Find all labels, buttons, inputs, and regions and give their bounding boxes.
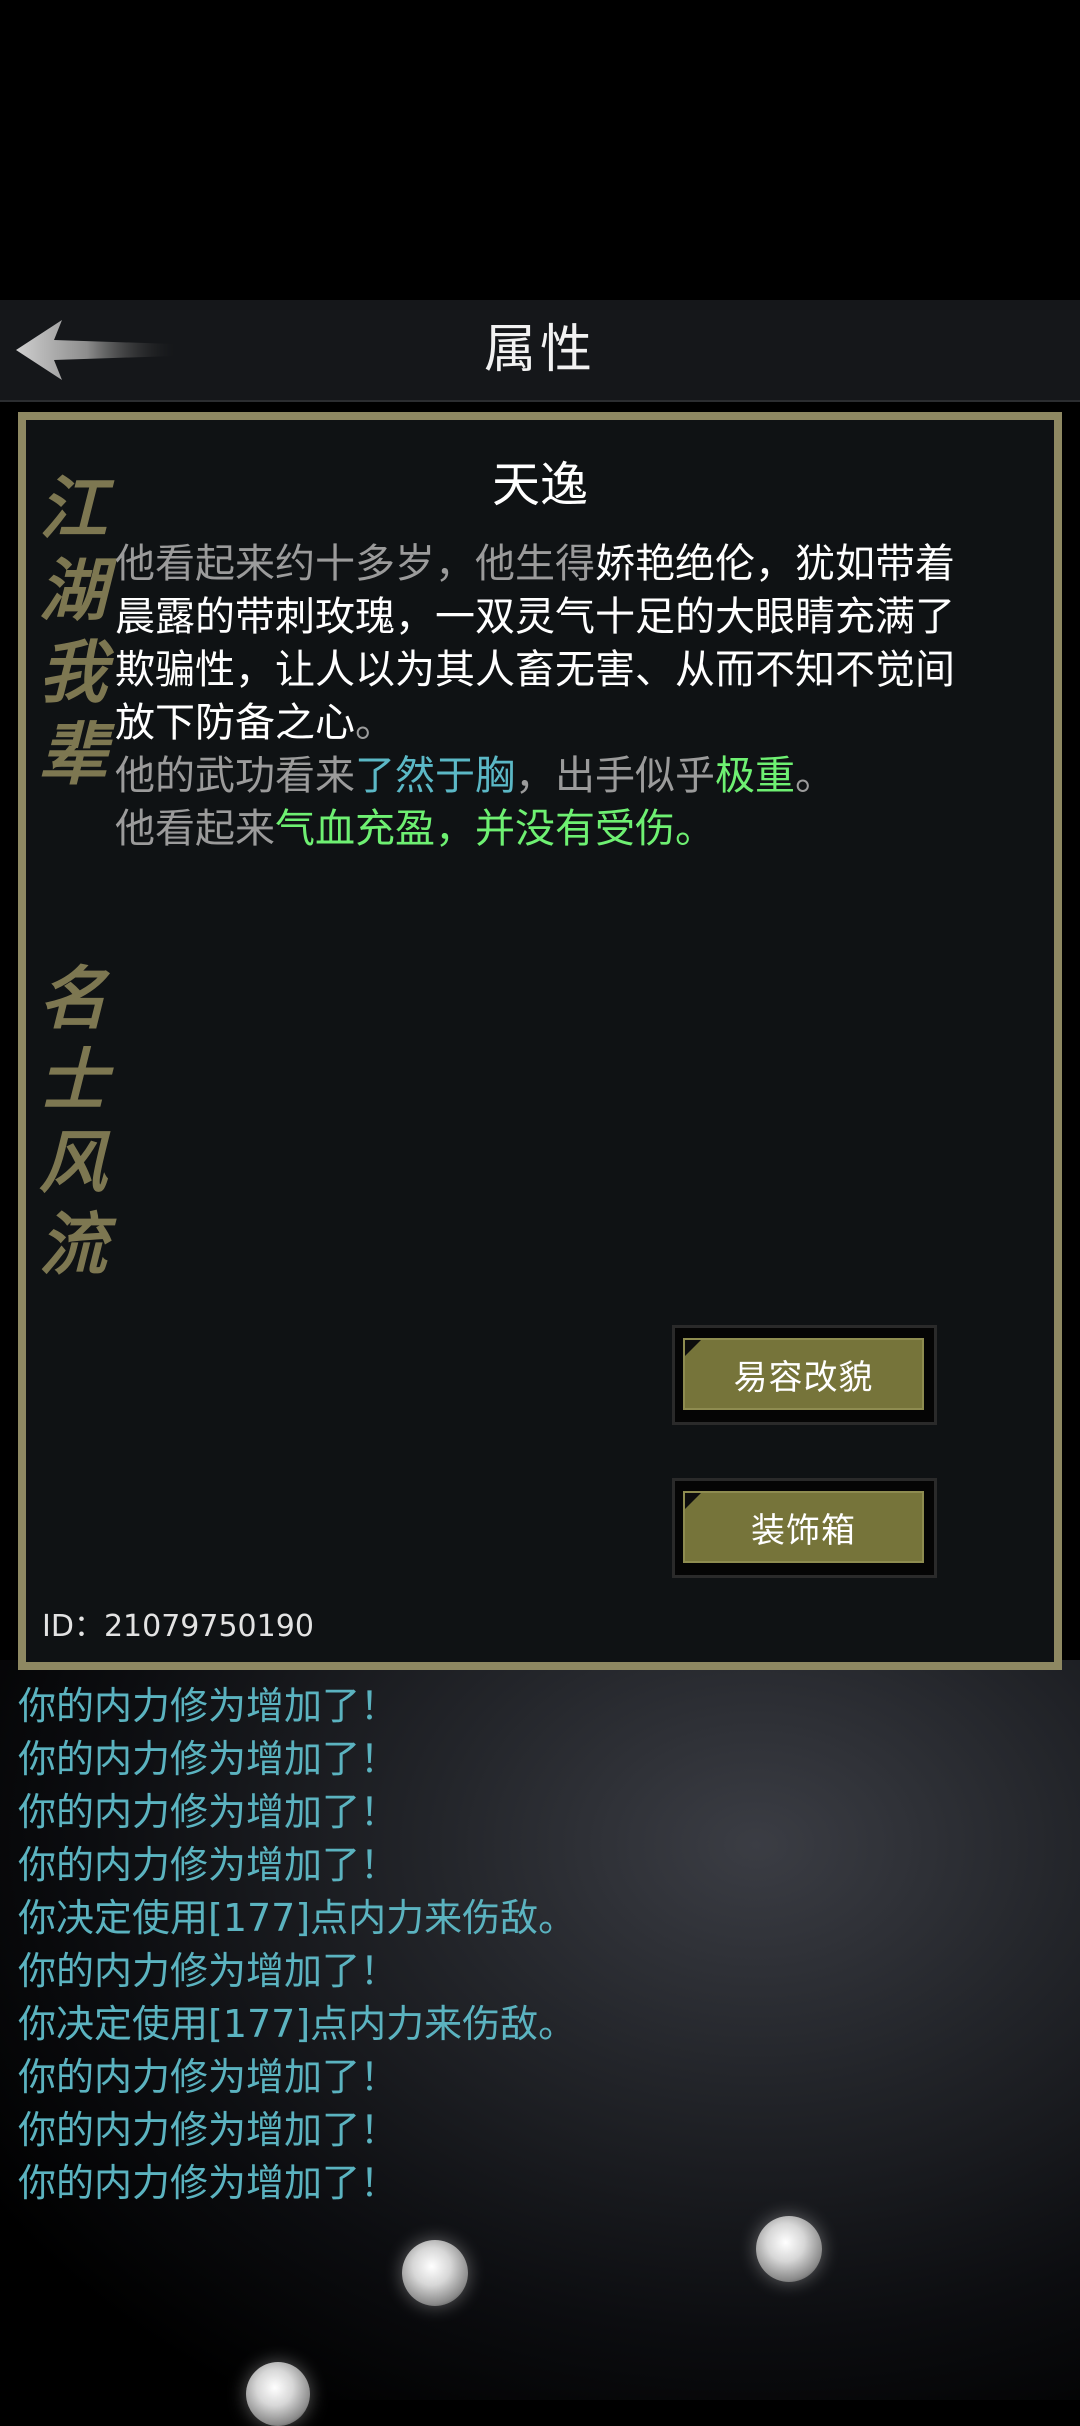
log-line: 你的内力修为增加了！ [18, 1684, 399, 1728]
wardrobe-button[interactable]: 装饰箱 [672, 1478, 937, 1578]
log-line: 你的内力修为增加了！ [18, 2161, 399, 2205]
disguise-button[interactable]: 易容改貌 [672, 1325, 937, 1425]
log-line: 你决定使用[177]点内力来伤敌。 [18, 2002, 577, 2046]
glow-orb [402, 2240, 468, 2306]
log-line: 你的内力修为增加了！ [18, 1790, 399, 1834]
message-log: 你的内力修为增加了！ 你的内力修为增加了！ 你的内力修为增加了！ 你的内力修为增… [18, 1680, 918, 2210]
health-text: 他看起来气血充盈，并没有受伤。 [115, 806, 715, 852]
log-line: 你的内力修为增加了！ [18, 1843, 399, 1887]
glow-orb [246, 2362, 310, 2426]
martial-text: 他的武功看来了然于胸，出手似乎极重。 [115, 753, 835, 799]
page-title: 属性 [483, 320, 596, 380]
log-line: 你的内力修为增加了！ [18, 2108, 399, 2152]
player-id: ID：21079750190 [42, 1609, 314, 1644]
wardrobe-button-label: 装饰箱 [683, 1491, 924, 1563]
character-name: 天逸 [491, 457, 588, 513]
log-line: 你的内力修为增加了！ [18, 2055, 399, 2099]
calligraphy-jianghu: 江湖我辈 [38, 469, 107, 795]
log-line: 你决定使用[177]点内力来伤敌。 [18, 1896, 577, 1940]
disguise-button-label: 易容改貌 [683, 1338, 924, 1410]
log-line: 你的内力修为增加了！ [18, 1737, 399, 1781]
log-line: 你的内力修为增加了！ [18, 1949, 399, 1993]
glow-orb [756, 2216, 822, 2282]
appearance-text: 他看起来约十多岁，他生得娇艳绝伦，犹如带着晨露的带刺玫瑰，一双灵气十足的大眼睛充… [115, 541, 955, 746]
character-description: 他看起来约十多岁，他生得娇艳绝伦，犹如带着晨露的带刺玫瑰，一双灵气十足的大眼睛充… [115, 538, 975, 856]
calligraphy-mingshi: 名士风流 [38, 959, 107, 1285]
